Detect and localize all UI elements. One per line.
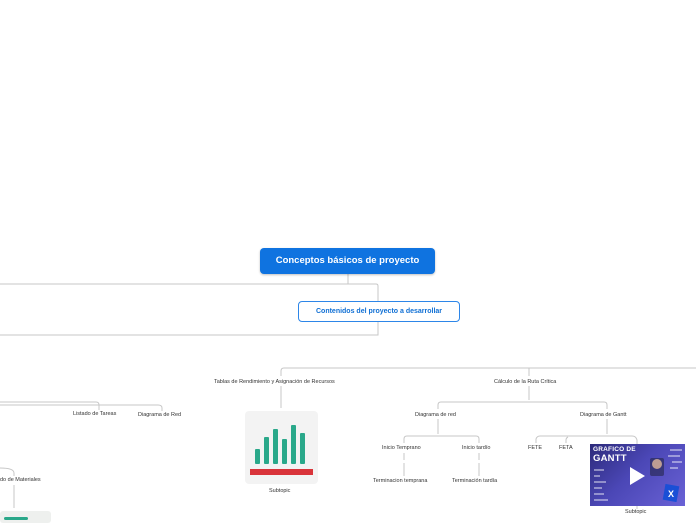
topic-diagrama-red-left[interactable]: Diagrama de Red <box>138 411 181 419</box>
root-topic[interactable]: Conceptos básicos de proyecto <box>260 248 435 274</box>
main-topic-contenidos[interactable]: Contenidos del proyecto a desarrollar <box>298 301 460 322</box>
subtopic-video-label[interactable]: Subtopic <box>625 508 646 516</box>
topic-ruta-critica[interactable]: Cálculo de la Ruta Crítica <box>494 378 556 386</box>
play-icon[interactable] <box>624 464 648 488</box>
subtopic-video-thumbnail[interactable]: GRAFICO DE GANTT X <box>590 444 685 506</box>
topic-tablas-rendimiento[interactable]: Tablas de Rendimiento y Asignación de Re… <box>214 378 335 386</box>
topic-listado-tareas[interactable]: Listado de Tareas <box>73 410 116 418</box>
topic-diagrama-red[interactable]: Diagrama de red <box>415 411 456 419</box>
bar-chart-icon <box>250 425 313 475</box>
subtopic-image-partial[interactable] <box>0 511 51 523</box>
topic-inicio-tardio[interactable]: Inicio tardío <box>462 444 490 452</box>
topic-terminacion-tardia[interactable]: Terminación tardía <box>452 477 497 485</box>
subtopic-chart-label[interactable]: Subtopic <box>269 487 290 495</box>
subtopic-chart-image[interactable] <box>245 411 318 484</box>
excel-icon: X <box>662 484 680 502</box>
topic-terminacion-temprana[interactable]: Terminacion temprana <box>373 477 427 485</box>
topic-feta[interactable]: FETA <box>559 444 573 452</box>
topic-listado-materiales[interactable]: do de Materiales <box>0 476 41 484</box>
topic-diagrama-gantt[interactable]: Diagrama de Gantt <box>580 411 626 419</box>
topic-fete[interactable]: FETE <box>528 444 542 452</box>
svg-text:X: X <box>668 489 674 499</box>
topic-inicio-temprano[interactable]: Inicio Temprano <box>382 444 421 452</box>
